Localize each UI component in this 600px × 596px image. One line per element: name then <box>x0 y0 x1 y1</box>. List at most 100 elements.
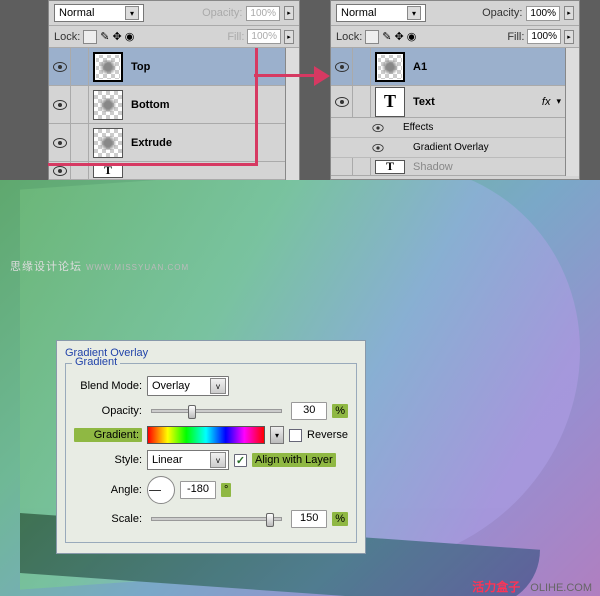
gradient-fieldset: Gradient Blend Mode: Overlay v Opacity: … <box>65 363 357 543</box>
blend-mode-label: Blend Mode: <box>74 380 142 392</box>
visibility-eye-icon[interactable] <box>53 100 67 110</box>
pct-label: % <box>332 404 348 418</box>
blend-mode-value: Normal <box>59 7 94 19</box>
fill-value[interactable]: 100% <box>527 29 561 44</box>
layer-row-text-cut[interactable]: T <box>49 162 285 180</box>
style-value: Linear <box>152 454 183 466</box>
watermark-missyuan: 思缘设计论坛WWW.MISSYUAN.COM <box>10 258 189 274</box>
chevron-down-icon: v <box>210 378 226 394</box>
layer-name: Top <box>127 61 150 73</box>
fill-label: Fill: <box>507 31 524 43</box>
lock-move-icon[interactable]: ✥ <box>395 30 404 43</box>
lock-row-left: Lock: ✎ ✥ ◉ Fill: 100% ▸ <box>49 26 299 48</box>
opacity-input[interactable]: 30 <box>291 402 327 420</box>
blend-row-left: Normal ▾ Opacity: 100% ▸ <box>49 1 299 26</box>
fill-flyout-icon: ▸ <box>284 30 294 44</box>
fx-chevron-icon[interactable]: ▾ <box>556 96 561 107</box>
fx-badge[interactable]: fx <box>542 96 551 108</box>
visibility-eye-icon[interactable] <box>335 62 349 72</box>
opacity-flyout-icon[interactable]: ▸ <box>564 6 574 20</box>
lock-brush-icon[interactable]: ✎ <box>382 30 391 43</box>
angle-label: Angle: <box>74 484 142 496</box>
opacity-value[interactable]: 100% <box>526 6 560 21</box>
deg-label: ° <box>221 483 231 497</box>
fill-value: 100% <box>247 29 281 44</box>
angle-input[interactable]: -180 <box>180 481 216 499</box>
effects-label: Effects <box>403 122 433 133</box>
link-col <box>71 48 89 85</box>
layer-row-extrude[interactable]: Extrude <box>49 124 285 162</box>
opacity-label: Opacity: <box>74 405 142 417</box>
link-col <box>353 86 371 117</box>
layers-panel-right: Normal ▾ Opacity: 100% ▸ Lock: ✎ ✥ ◉ Fil… <box>330 0 580 180</box>
pct-label: % <box>332 512 348 526</box>
chevron-down-icon: v <box>210 452 226 468</box>
layer-row-shadow-cut[interactable]: T Shadow <box>331 158 565 176</box>
chevron-down-icon: ▾ <box>125 6 139 20</box>
lock-row-right: Lock: ✎ ✥ ◉ Fill: 100% ▸ <box>331 26 579 48</box>
opacity-slider[interactable] <box>151 409 282 413</box>
fieldset-legend: Gradient <box>72 356 120 368</box>
gradient-overlay-row[interactable]: Gradient Overlay <box>331 138 565 158</box>
watermark-olihe: 活力盒子OLIHE.COM <box>472 578 592 595</box>
lock-brush-icon[interactable]: ✎ <box>100 30 109 43</box>
gradient-overlay-label: Gradient Overlay <box>413 142 489 153</box>
blend-mode-value: Overlay <box>152 380 190 392</box>
visibility-eye-icon[interactable] <box>372 124 383 132</box>
opacity-label: Opacity: <box>482 7 522 19</box>
gradient-preview[interactable] <box>147 426 265 444</box>
layer-name: A1 <box>409 61 427 73</box>
lock-transparency-icon[interactable] <box>83 30 97 44</box>
link-col <box>353 48 371 85</box>
layer-thumbnail[interactable] <box>93 52 123 82</box>
visibility-eye-icon[interactable] <box>335 97 349 107</box>
tutorial-arrow <box>254 62 334 92</box>
lock-move-icon[interactable]: ✥ <box>113 30 122 43</box>
link-col <box>71 162 89 179</box>
fill-label: Fill: <box>227 31 244 43</box>
chevron-down-icon: ▾ <box>407 6 421 20</box>
blend-mode-select[interactable]: Normal ▾ <box>336 4 426 22</box>
layer-name: Extrude <box>127 137 172 149</box>
layer-thumbnail[interactable] <box>375 52 405 82</box>
fill-flyout-icon[interactable]: ▸ <box>564 30 574 44</box>
scale-label: Scale: <box>74 513 142 525</box>
gradient-label: Gradient: <box>74 428 142 442</box>
visibility-eye-icon[interactable] <box>53 62 67 72</box>
layer-row-bottom[interactable]: Bottom <box>49 86 285 124</box>
angle-dial[interactable] <box>147 476 175 504</box>
layer-thumbnail[interactable]: T <box>375 160 405 174</box>
reverse-label: Reverse <box>307 429 348 441</box>
opacity-value: 100% <box>246 6 280 21</box>
layer-thumbnail[interactable] <box>93 90 123 120</box>
align-label: Align with Layer <box>252 453 336 467</box>
scrollbar[interactable] <box>565 48 579 176</box>
opacity-label: Opacity: <box>202 7 242 19</box>
layer-thumbnail[interactable]: T <box>375 87 405 117</box>
lock-transparency-icon[interactable] <box>365 30 379 44</box>
gradient-picker-button[interactable]: ▾ <box>270 426 284 444</box>
lock-all-icon[interactable]: ◉ <box>407 30 417 43</box>
lock-label: Lock: <box>336 31 362 43</box>
layer-row-text[interactable]: T Text fx ▾ <box>331 86 565 118</box>
scale-input[interactable]: 150 <box>291 510 327 528</box>
scale-slider[interactable] <box>151 517 282 521</box>
blend-row-right: Normal ▾ Opacity: 100% ▸ <box>331 1 579 26</box>
effects-row[interactable]: Effects <box>331 118 565 138</box>
blend-mode-select[interactable]: Overlay v <box>147 376 229 396</box>
opacity-flyout-icon: ▸ <box>284 6 294 20</box>
layer-row-a1[interactable]: A1 <box>331 48 565 86</box>
blend-mode-select[interactable]: Normal ▾ <box>54 4 144 22</box>
layer-thumbnail[interactable] <box>93 128 123 158</box>
style-select[interactable]: Linear v <box>147 450 229 470</box>
layer-thumbnail[interactable]: T <box>93 164 123 178</box>
style-label: Style: <box>74 454 142 466</box>
reverse-checkbox[interactable] <box>289 429 302 442</box>
link-col <box>353 158 371 176</box>
layer-row-top[interactable]: Top <box>49 48 285 86</box>
align-checkbox[interactable]: ✓ <box>234 454 247 467</box>
visibility-eye-icon[interactable] <box>53 138 67 148</box>
visibility-eye-icon[interactable] <box>372 144 383 152</box>
lock-all-icon[interactable]: ◉ <box>125 30 135 43</box>
visibility-eye-icon[interactable] <box>53 166 67 176</box>
